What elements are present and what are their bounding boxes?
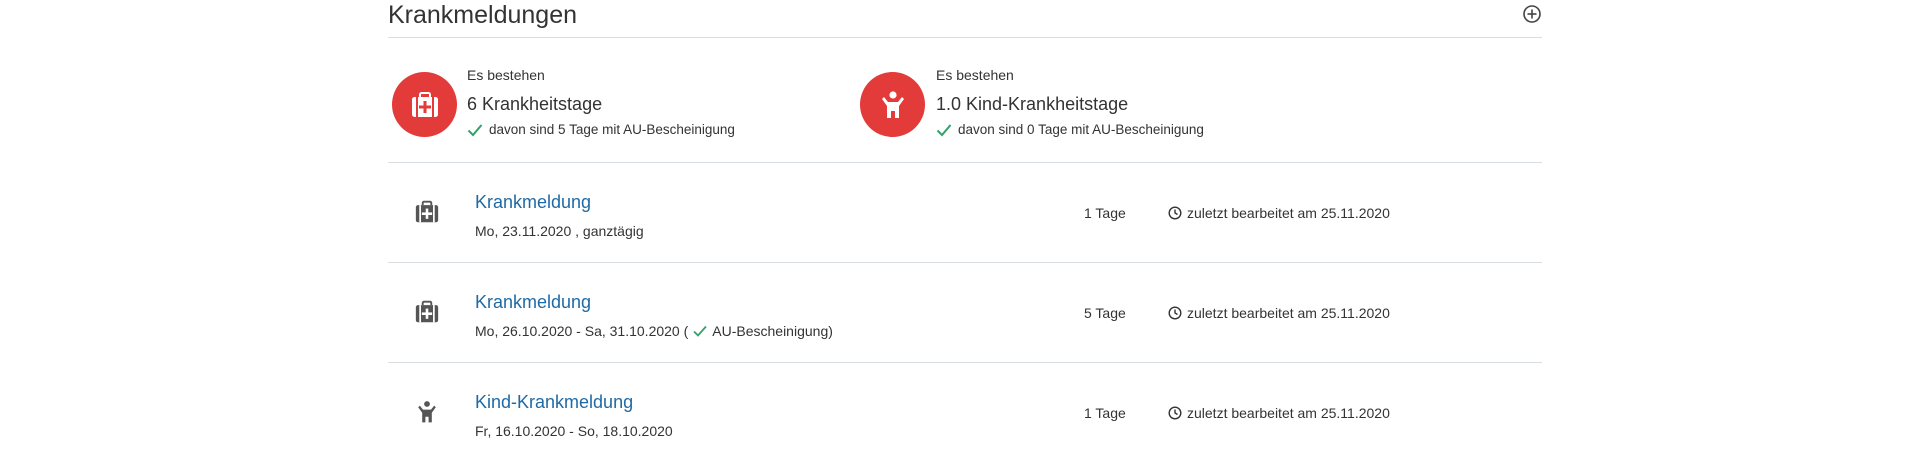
- medical-bag-icon: [415, 300, 439, 323]
- list-item: Krankmeldung Mo, 23.11.2020 , ganztägig …: [388, 163, 1542, 263]
- sick-au-note-text: davon sind 5 Tage mit AU-Bescheinigung: [489, 122, 735, 137]
- child-summary-text: Es bestehen 1.0 Kind-Krankheitstage davo…: [936, 66, 1204, 139]
- child-sick-days-count: 1.0 Kind-Krankheitstage: [936, 94, 1129, 114]
- row-edited-text: zuletzt bearbeitet am 25.11.2020: [1187, 305, 1390, 321]
- row-icon: [412, 197, 442, 227]
- row-au-text: AU-Bescheinigung): [712, 323, 833, 339]
- child-summary-badge: [860, 72, 925, 137]
- check-icon: [467, 124, 483, 137]
- sick-summary-pre: Es bestehen: [467, 67, 545, 83]
- check-icon: [693, 325, 707, 337]
- row-icon: [412, 397, 442, 427]
- row-days: 1 Tage: [1084, 405, 1126, 421]
- sick-au-note: davon sind 5 Tage mit AU-Bescheinigung: [467, 121, 735, 139]
- row-title-link[interactable]: Krankmeldung: [475, 190, 591, 214]
- page-title: Krankmeldungen: [388, 1, 578, 29]
- sick-days-count: 6 Krankheitstage: [467, 94, 603, 114]
- row-date: Mo, 26.10.2020 - Sa, 31.10.2020 ( AU-Bes…: [475, 322, 833, 340]
- clock-icon: [1168, 206, 1182, 220]
- child-au-note-text: davon sind 0 Tage mit AU-Bescheinigung: [958, 122, 1204, 137]
- row-edited-text: zuletzt bearbeitet am 25.11.2020: [1187, 405, 1390, 421]
- panel-header: Krankmeldungen: [388, 0, 1542, 38]
- summary-section: Es bestehen 6 Krankheitstage davon sind …: [388, 38, 1542, 163]
- row-days: 5 Tage: [1084, 305, 1126, 321]
- clock-icon: [1168, 306, 1182, 320]
- child-icon: [418, 401, 436, 423]
- row-title-link[interactable]: Kind-Krankmeldung: [475, 390, 633, 414]
- sick-summary-text: Es bestehen 6 Krankheitstage davon sind …: [467, 66, 735, 139]
- row-date: Mo, 23.11.2020 , ganztägig: [475, 223, 644, 239]
- row-date: Fr, 16.10.2020 - So, 18.10.2020: [475, 423, 673, 439]
- medical-bag-icon: [415, 200, 439, 223]
- list-item: Krankmeldung Mo, 26.10.2020 - Sa, 31.10.…: [388, 263, 1542, 363]
- row-title-link[interactable]: Krankmeldung: [475, 290, 591, 314]
- medical-bag-icon: [411, 91, 438, 117]
- row-edited: zuletzt bearbeitet am 25.11.2020: [1168, 304, 1390, 322]
- row-icon: [412, 297, 442, 327]
- child-au-note: davon sind 0 Tage mit AU-Bescheinigung: [936, 121, 1204, 139]
- row-edited: zuletzt bearbeitet am 25.11.2020: [1168, 404, 1390, 422]
- add-sick-note-button[interactable]: [1522, 4, 1542, 24]
- sick-notes-panel: Krankmeldungen Es bestehen 6 Krankheitst…: [388, 0, 1542, 462]
- child-summary-pre: Es bestehen: [936, 67, 1014, 83]
- row-edited-text: zuletzt bearbeitet am 25.11.2020: [1187, 205, 1390, 221]
- check-icon: [936, 124, 952, 137]
- list-item: Kind-Krankmeldung Fr, 16.10.2020 - So, 1…: [388, 363, 1542, 462]
- clock-icon: [1168, 406, 1182, 420]
- row-edited: zuletzt bearbeitet am 25.11.2020: [1168, 204, 1390, 222]
- sick-summary-badge: [392, 72, 457, 137]
- plus-circle-icon: [1523, 5, 1541, 23]
- row-days: 1 Tage: [1084, 205, 1126, 221]
- row-date-text: Mo, 26.10.2020 - Sa, 31.10.2020 (: [475, 323, 689, 339]
- child-icon: [881, 90, 904, 118]
